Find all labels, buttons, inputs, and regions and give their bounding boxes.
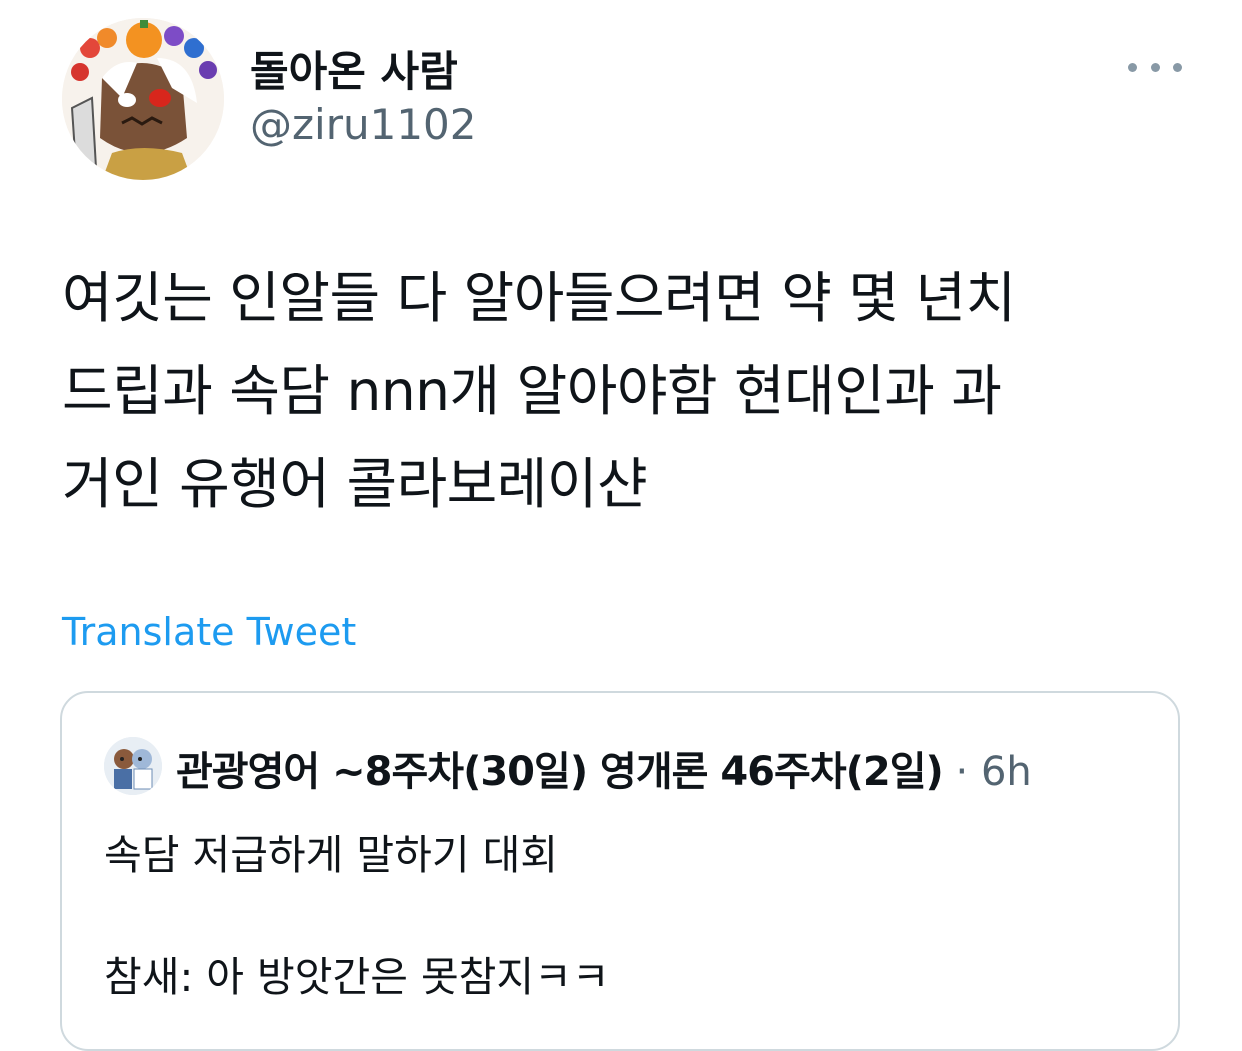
more-dot xyxy=(1173,62,1182,72)
quoted-author-name[interactable]: 관광영어 ~8주차(30일) 영개론 46주차(2일) xyxy=(176,749,944,795)
more-horizontal-icon[interactable] xyxy=(1128,52,1182,82)
tweet-header: 돌아온 사람 @ziru1102 xyxy=(0,0,1242,200)
translate-tweet-link[interactable]: Translate Tweet xyxy=(62,610,356,654)
quoted-timestamp[interactable]: 6h xyxy=(981,749,1032,795)
tweet-text-line: 여깃는 인알들 다 알아들으려면 약 몇 년치 xyxy=(62,266,1016,330)
tweet-text: 여깃는 인알들 다 알아들으려면 약 몇 년치 드립과 속담 nnn개 알아야함… xyxy=(62,252,1192,531)
more-dot xyxy=(1150,62,1160,72)
quoted-tweet-card[interactable]: 관광영어 ~8주차(30일) 영개론 46주차(2일) · 6h 속담 저급하게… xyxy=(60,691,1180,1051)
author-handle[interactable]: @ziru1102 xyxy=(250,100,477,149)
quoted-author-avatar-icon xyxy=(104,737,162,795)
quoted-separator: · xyxy=(955,749,969,795)
quoted-text-line: 속담 저급하게 말하기 대회 xyxy=(104,831,559,879)
more-dot xyxy=(1128,62,1137,72)
quoted-tweet-meta: 관광영어 ~8주차(30일) 영개론 46주차(2일) · 6h xyxy=(176,739,1032,797)
profile-avatar-icon[interactable] xyxy=(62,18,224,180)
author-display-name[interactable]: 돌아온 사람 xyxy=(250,38,458,99)
quoted-text-line: 참새: 아 방앗간은 못참지ㅋㅋ xyxy=(104,953,610,1001)
tweet-text-line: 드립과 속담 nnn개 알아야함 현대인과 과 xyxy=(62,359,1002,423)
tweet-text-line: 거인 유행어 콜라보레이샨 xyxy=(62,452,648,516)
